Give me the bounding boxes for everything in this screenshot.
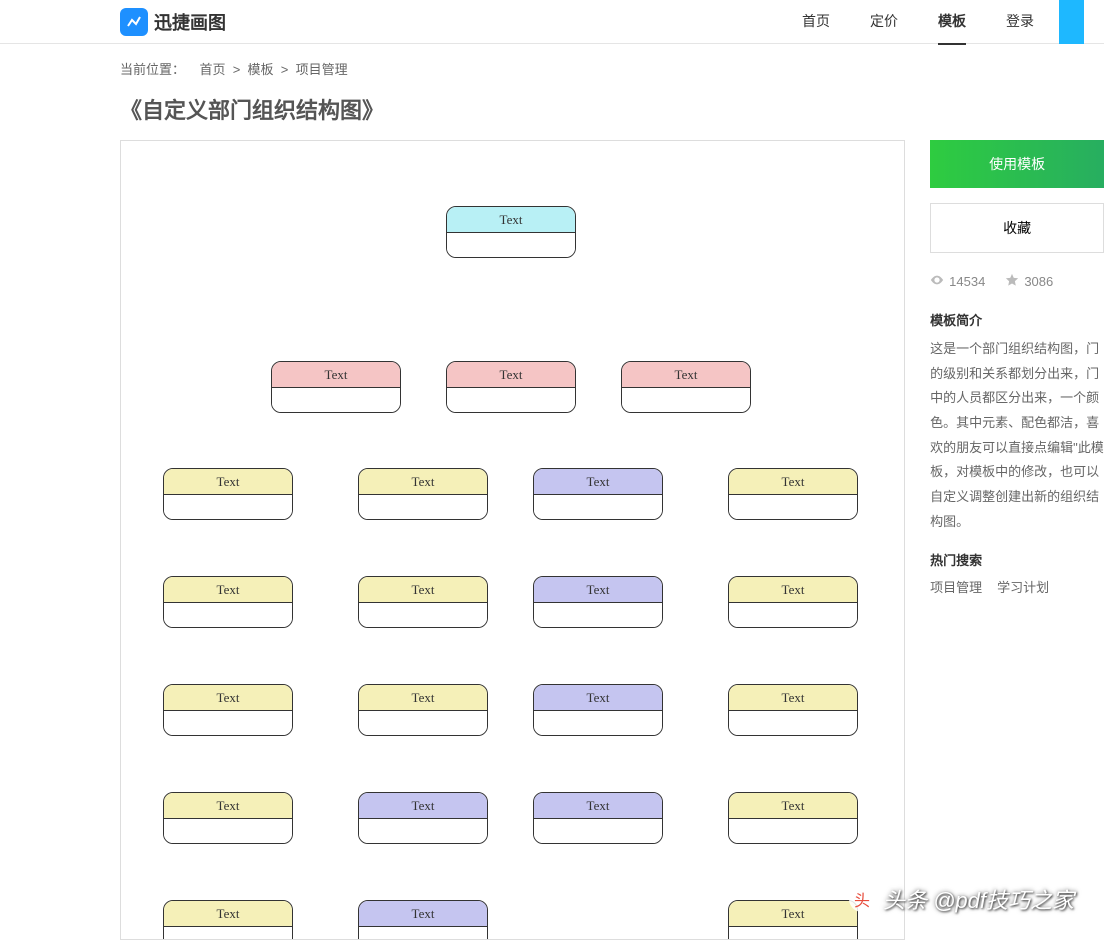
breadcrumb-category: 项目管理 bbox=[296, 62, 348, 77]
node-label: Text bbox=[359, 577, 487, 603]
connector bbox=[511, 416, 512, 936]
node-label: Text bbox=[729, 901, 857, 927]
org-node[interactable]: Text bbox=[728, 576, 858, 628]
node-label: Text bbox=[164, 469, 292, 495]
node-label: Text bbox=[447, 362, 575, 388]
breadcrumb-templates[interactable]: 模板 bbox=[248, 62, 274, 77]
org-node[interactable]: Text bbox=[728, 900, 858, 940]
node-label: Text bbox=[359, 901, 487, 927]
hot-search: 热门搜索 项目管理 学习计划 bbox=[930, 550, 1104, 596]
connector bbox=[336, 321, 337, 361]
org-node[interactable]: Text bbox=[163, 900, 293, 940]
watermark-text: 头条 @pdf技巧之家 bbox=[883, 883, 1074, 915]
node-label: Text bbox=[359, 469, 487, 495]
nav-pricing[interactable]: 定价 bbox=[870, 0, 898, 45]
stars-count: 3086 bbox=[1024, 274, 1053, 289]
template-intro: 模板简介 这是一个部门组织结构图，门的级别和关系都划分出来，门中的人员都区分出来… bbox=[930, 310, 1104, 535]
node-label: Text bbox=[359, 685, 487, 711]
node-label: Text bbox=[729, 685, 857, 711]
eye-icon bbox=[930, 273, 944, 290]
node-label: Text bbox=[534, 577, 662, 603]
org-node[interactable]: Text bbox=[358, 792, 488, 844]
node-label: Text bbox=[729, 577, 857, 603]
org-node[interactable]: Text bbox=[728, 468, 858, 520]
org-node[interactable]: Text bbox=[163, 684, 293, 736]
node-label: Text bbox=[534, 793, 662, 819]
org-node[interactable]: Text bbox=[358, 576, 488, 628]
connector bbox=[686, 321, 687, 361]
content-area: Text Text Text Text Text Text Text Text … bbox=[0, 140, 1104, 940]
intro-title: 模板简介 bbox=[930, 310, 1104, 329]
nav-cta-button[interactable] bbox=[1059, 0, 1084, 44]
org-node[interactable]: Text bbox=[163, 468, 293, 520]
star-icon bbox=[1005, 273, 1019, 290]
org-node-l2-2[interactable]: Text bbox=[621, 361, 751, 413]
org-node[interactable]: Text bbox=[163, 576, 293, 628]
nav: 首页 定价 模板 登录 bbox=[802, 0, 1034, 45]
header: 迅捷画图 首页 定价 模板 登录 bbox=[0, 0, 1104, 44]
nav-templates[interactable]: 模板 bbox=[938, 0, 966, 45]
node-label: Text bbox=[622, 362, 750, 388]
breadcrumb-label: 当前位置： bbox=[120, 62, 185, 77]
connector bbox=[336, 416, 337, 936]
node-label: Text bbox=[164, 793, 292, 819]
org-node[interactable]: Text bbox=[358, 468, 488, 520]
hot-tags: 项目管理 学习计划 bbox=[930, 577, 1104, 596]
org-node[interactable]: Text bbox=[358, 900, 488, 940]
page-title: 《自定义部门组织结构图》 bbox=[0, 93, 1104, 140]
breadcrumb-home[interactable]: 首页 bbox=[199, 62, 225, 77]
connector bbox=[336, 321, 686, 322]
node-label: Text bbox=[359, 793, 487, 819]
node-label: Text bbox=[534, 469, 662, 495]
org-node[interactable]: Text bbox=[533, 576, 663, 628]
nav-login[interactable]: 登录 bbox=[1006, 0, 1034, 45]
favorite-button[interactable]: 收藏 bbox=[930, 203, 1104, 253]
org-node[interactable]: Text bbox=[728, 792, 858, 844]
breadcrumb: 当前位置： 首页 > 模板 > 项目管理 bbox=[0, 44, 1104, 93]
node-label: Text bbox=[447, 207, 575, 233]
node-label: Text bbox=[534, 685, 662, 711]
connector bbox=[511, 321, 512, 361]
watermark: 头 头条 @pdf技巧之家 bbox=[849, 883, 1074, 915]
logo[interactable]: 迅捷画图 bbox=[120, 8, 226, 36]
watermark-icon: 头 bbox=[849, 886, 875, 912]
org-node[interactable]: Text bbox=[358, 684, 488, 736]
connector bbox=[686, 851, 687, 926]
views-stat: 14534 bbox=[930, 273, 985, 290]
sidebar: 使用模板 收藏 14534 3086 模板简介 这是一个部门组织结构图，门的级别… bbox=[930, 140, 1104, 940]
node-label: Text bbox=[164, 577, 292, 603]
hot-title: 热门搜索 bbox=[930, 550, 1104, 569]
org-node-root[interactable]: Text bbox=[446, 206, 576, 258]
node-label: Text bbox=[729, 469, 857, 495]
org-node-l2-1[interactable]: Text bbox=[446, 361, 576, 413]
node-label: Text bbox=[164, 685, 292, 711]
hot-tag[interactable]: 项目管理 bbox=[930, 577, 982, 596]
diagram-panel: Text Text Text Text Text Text Text Text … bbox=[120, 140, 905, 940]
node-label: Text bbox=[272, 362, 400, 388]
org-node[interactable]: Text bbox=[533, 468, 663, 520]
connector bbox=[686, 416, 687, 856]
stars-stat: 3086 bbox=[1005, 273, 1053, 290]
org-node[interactable]: Text bbox=[533, 684, 663, 736]
use-template-button[interactable]: 使用模板 bbox=[930, 140, 1104, 188]
node-label: Text bbox=[729, 793, 857, 819]
org-node[interactable]: Text bbox=[533, 792, 663, 844]
logo-text: 迅捷画图 bbox=[154, 9, 226, 35]
logo-icon bbox=[120, 8, 148, 36]
hot-tag[interactable]: 学习计划 bbox=[997, 577, 1049, 596]
org-node-l2-0[interactable]: Text bbox=[271, 361, 401, 413]
stats: 14534 3086 bbox=[930, 268, 1104, 295]
views-count: 14534 bbox=[949, 274, 985, 289]
org-node[interactable]: Text bbox=[163, 792, 293, 844]
intro-description: 这是一个部门组织结构图，门的级别和关系都划分出来，门中的人员都区分出来，一个颜色… bbox=[930, 337, 1104, 535]
org-node[interactable]: Text bbox=[728, 684, 858, 736]
connector bbox=[511, 256, 512, 321]
nav-home[interactable]: 首页 bbox=[802, 0, 830, 45]
node-label: Text bbox=[164, 901, 292, 927]
